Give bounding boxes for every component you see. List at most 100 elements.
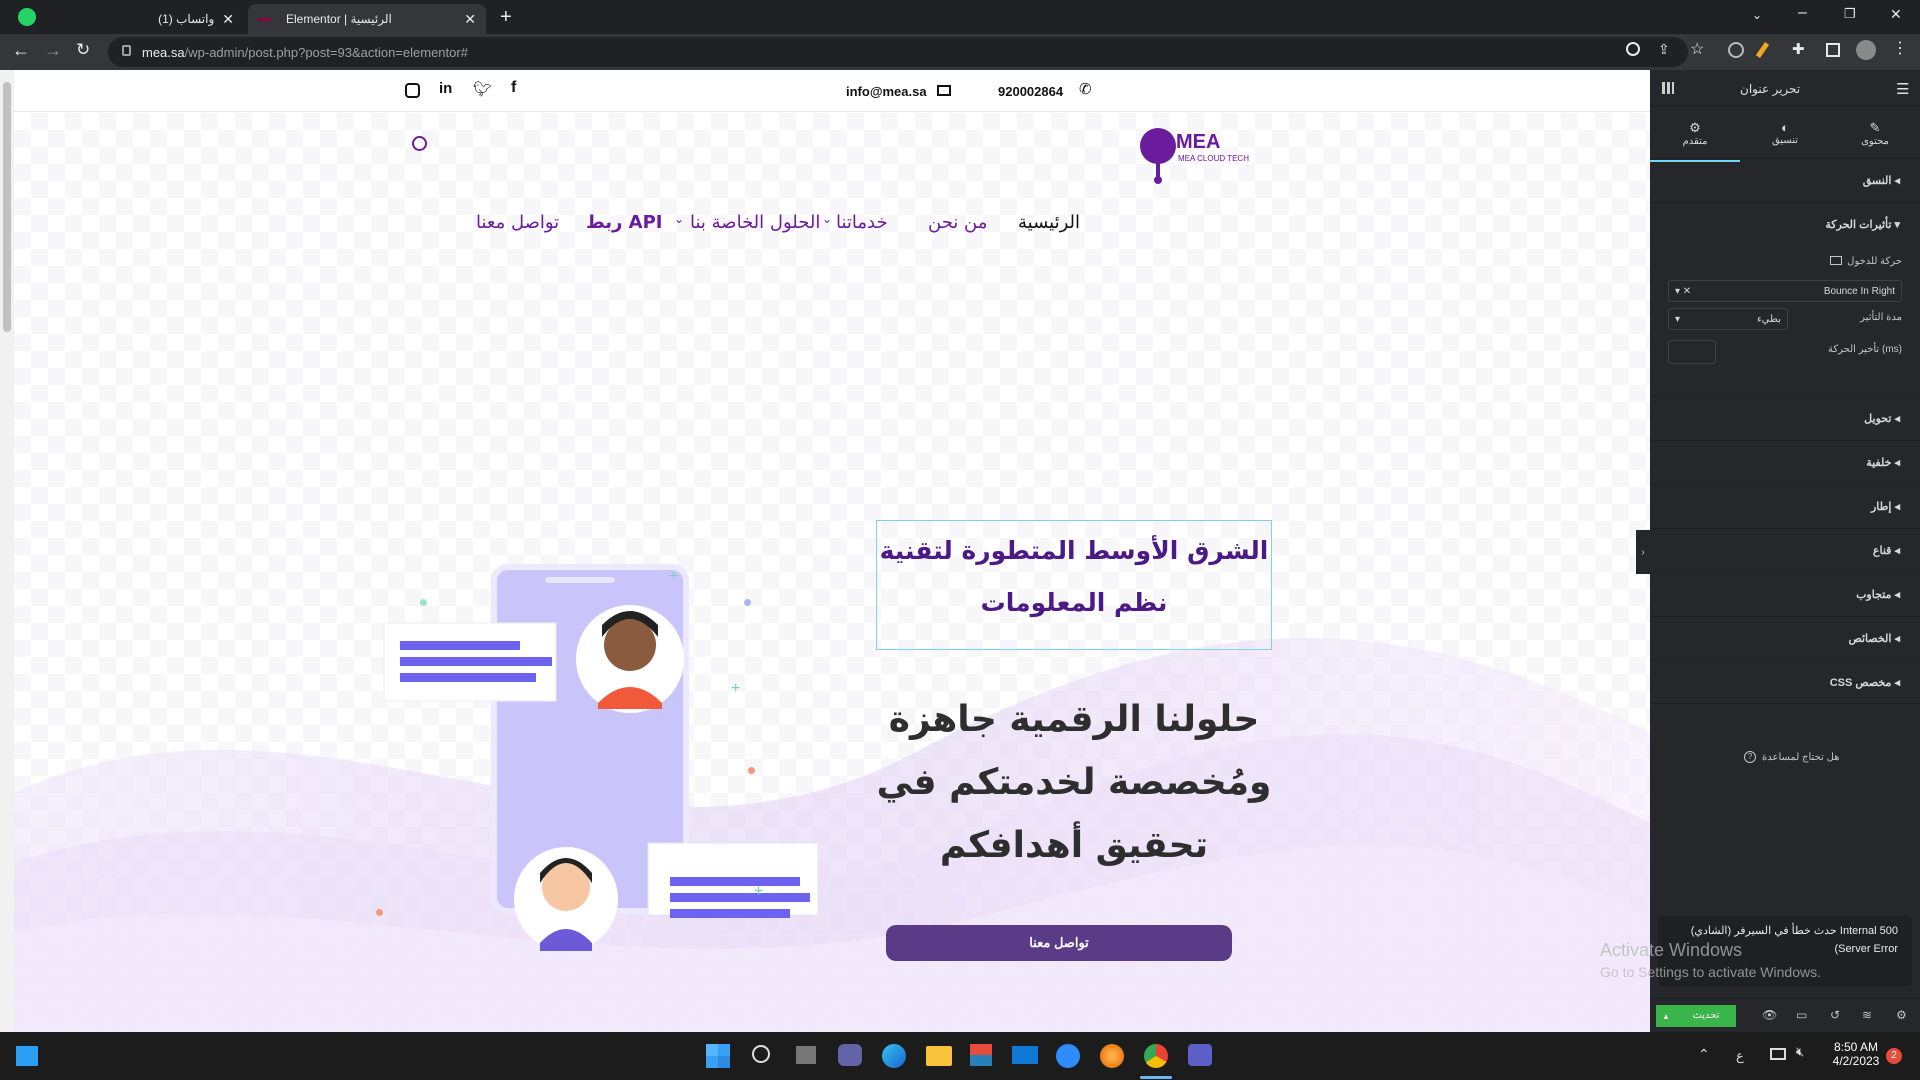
tab-content[interactable]: ✎ محتوى bbox=[1830, 106, 1920, 162]
hero-line: تحقيق أهدافكم bbox=[939, 825, 1209, 866]
section-mask[interactable]: قناع ◂ bbox=[1650, 528, 1920, 572]
menu-kebab-icon[interactable]: ⋮ bbox=[1892, 38, 1908, 58]
dot-decoration bbox=[420, 599, 427, 606]
widgets-grid-icon[interactable] bbox=[1662, 82, 1674, 94]
tab-advanced[interactable]: ⚙ متقدم bbox=[1650, 106, 1740, 162]
edge-icon[interactable] bbox=[882, 1044, 906, 1068]
section-transform[interactable]: تحويل ◂ bbox=[1650, 396, 1920, 440]
search-icon[interactable] bbox=[752, 1045, 770, 1063]
question-icon: ? bbox=[1744, 751, 1756, 763]
selected-heading-widget[interactable]: الشرق الأوسط المتطورة لتقنية نظم المعلوم… bbox=[876, 520, 1272, 650]
settings-gear-icon[interactable]: ⚙ bbox=[1896, 1008, 1907, 1022]
pencil-extension-icon[interactable] bbox=[1755, 42, 1770, 58]
volume-muted-icon[interactable]: 🔇︎ bbox=[1796, 1044, 1804, 1060]
entrance-value: Bounce In Right bbox=[1823, 285, 1895, 297]
nav-about[interactable]: من نحن bbox=[928, 212, 987, 233]
chrome-icon[interactable] bbox=[1144, 1044, 1168, 1068]
lock-icon bbox=[122, 45, 131, 56]
section-layout[interactable]: النسق ◂ bbox=[1650, 158, 1920, 202]
tab-elementor[interactable]: Elementor | الرئيسية ✕ bbox=[248, 4, 486, 34]
section-responsive[interactable]: متجاوب ◂ bbox=[1650, 572, 1920, 616]
reload-icon[interactable]: ↻ bbox=[76, 40, 90, 60]
chevron-down-icon: ⌄ bbox=[822, 212, 833, 226]
widgets-icon[interactable] bbox=[16, 1046, 38, 1066]
responsive-mode-icon[interactable]: ▭ bbox=[1796, 1008, 1807, 1022]
close-window-button[interactable]: ✕ bbox=[1890, 6, 1902, 23]
share-icon[interactable]: ⇪ bbox=[1658, 41, 1670, 58]
select-arrow-icon: ▾ ✕ bbox=[1675, 285, 1692, 297]
clock[interactable]: 8:50 AM 4/2/2023 bbox=[1824, 1040, 1888, 1068]
email-text[interactable]: info@mea.sa bbox=[846, 84, 927, 99]
chat-illustration bbox=[383, 564, 819, 951]
desktop-icon[interactable] bbox=[1830, 256, 1842, 265]
nav-api[interactable]: ربط API bbox=[586, 212, 663, 233]
task-view-icon[interactable] bbox=[796, 1046, 816, 1064]
forward-arrow-icon[interactable]: → bbox=[44, 40, 62, 61]
mail-icon[interactable] bbox=[1012, 1046, 1038, 1064]
address-bar[interactable]: mea.sa/wp-admin/post.php?post=93&action=… bbox=[108, 37, 1688, 67]
new-tab-button[interactable]: + bbox=[500, 6, 512, 29]
browser-tab-strip: (1) واتساب ✕ Elementor | الرئيسية ✕ + ⌄ … bbox=[0, 0, 1920, 34]
nav-home[interactable]: الرئيسية bbox=[1018, 212, 1080, 233]
panel-header: تحرير عنوان ☰ bbox=[1650, 70, 1920, 106]
chat-icon[interactable] bbox=[838, 1044, 862, 1066]
minimize-button[interactable]: – bbox=[1798, 4, 1807, 22]
section-border[interactable]: إطار ◂ bbox=[1650, 484, 1920, 528]
tab-advanced-label: متقدم bbox=[1682, 136, 1708, 147]
zoom-app-icon[interactable] bbox=[1056, 1044, 1080, 1068]
nav-solutions[interactable]: الحلول الخاصة بنا bbox=[690, 212, 820, 233]
page-scrollbar[interactable] bbox=[0, 70, 14, 1032]
hero-section: + + + الشرق الأوسط المتطورة لتقنية نظم ا… bbox=[14, 113, 1650, 1032]
delay-input[interactable] bbox=[1668, 340, 1716, 364]
bookmark-star-icon[interactable]: ☆ bbox=[1690, 39, 1704, 59]
update-button[interactable]: تحديث bbox=[1676, 1005, 1736, 1027]
chevron-up-icon[interactable]: ⌃ bbox=[1698, 1046, 1710, 1063]
notification-badge[interactable]: 2 bbox=[1886, 1048, 1902, 1064]
phone-text[interactable]: 920002864 bbox=[998, 84, 1063, 99]
start-icon[interactable] bbox=[706, 1044, 730, 1068]
preview-eye-icon[interactable]: 👁︎ bbox=[1762, 1008, 1777, 1022]
file-explorer-icon[interactable] bbox=[926, 1046, 952, 1066]
store-icon[interactable] bbox=[970, 1044, 992, 1066]
extensions-puzzle-icon[interactable]: ✚ bbox=[1792, 40, 1805, 58]
site-logo[interactable]: MEA MEA CLOUD TECH bbox=[1136, 116, 1249, 186]
contact-us-button[interactable]: تواصل معنا bbox=[886, 925, 1232, 961]
duration-select[interactable]: ▾ بطيء bbox=[1668, 308, 1788, 330]
network-icon[interactable] bbox=[1770, 1048, 1786, 1060]
search-icon[interactable] bbox=[412, 136, 427, 151]
instagram-icon[interactable] bbox=[405, 83, 420, 98]
navigator-layers-icon[interactable]: ≋ bbox=[1862, 1008, 1872, 1022]
close-tab-icon[interactable]: ✕ bbox=[222, 11, 234, 28]
back-arrow-icon[interactable]: ← bbox=[12, 40, 30, 61]
section-custom-css[interactable]: CSS مخصص ◂ bbox=[1650, 660, 1920, 704]
motion-controls: حركة للدخول ▾ ✕ Bounce In Right مدة التأ… bbox=[1650, 246, 1920, 396]
dot-decoration bbox=[376, 909, 383, 916]
teams-icon[interactable] bbox=[1188, 1044, 1212, 1066]
side-panel-icon[interactable] bbox=[1826, 43, 1840, 57]
scrollbar-thumb[interactable] bbox=[3, 82, 11, 332]
nav-contact[interactable]: تواصل معنا bbox=[476, 212, 559, 233]
tab-search-icon[interactable]: ⌄ bbox=[1752, 8, 1762, 22]
entrance-animation-select[interactable]: ▾ ✕ Bounce In Right bbox=[1668, 280, 1902, 302]
zoom-icon[interactable] bbox=[1626, 42, 1640, 56]
tab-whatsapp[interactable]: (1) واتساب ✕ bbox=[44, 4, 244, 34]
linkedin-icon[interactable]: in bbox=[439, 80, 452, 97]
hamburger-menu-icon[interactable]: ☰ bbox=[1896, 80, 1909, 98]
language-indicator[interactable]: ع bbox=[1736, 1048, 1744, 1064]
twitter-icon[interactable]: 🐦︎ bbox=[473, 80, 492, 98]
vpn-globe-icon[interactable] bbox=[1728, 42, 1744, 58]
restore-button[interactable]: ❐ bbox=[1844, 6, 1856, 22]
history-icon[interactable]: ↺ bbox=[1830, 1008, 1840, 1022]
firefox-icon[interactable] bbox=[1100, 1044, 1124, 1068]
tab-style[interactable]: ◐ تنسيق bbox=[1740, 106, 1830, 162]
section-background[interactable]: خلفية ◂ bbox=[1650, 440, 1920, 484]
close-tab-icon[interactable]: ✕ bbox=[464, 11, 476, 28]
nav-services[interactable]: خدماتنا bbox=[836, 212, 888, 233]
section-motion[interactable]: تأثيرات الحركة ▾ bbox=[1650, 202, 1920, 246]
help-link[interactable]: ? هل تحتاج لمساعدة bbox=[1744, 751, 1839, 763]
update-options-icon[interactable]: ▴ bbox=[1656, 1005, 1676, 1027]
section-attributes[interactable]: الخصائص ◂ bbox=[1650, 616, 1920, 660]
panel-toggle-handle[interactable]: › bbox=[1636, 530, 1650, 574]
facebook-icon[interactable]: f bbox=[511, 79, 516, 97]
profile-avatar[interactable] bbox=[1856, 40, 1876, 60]
